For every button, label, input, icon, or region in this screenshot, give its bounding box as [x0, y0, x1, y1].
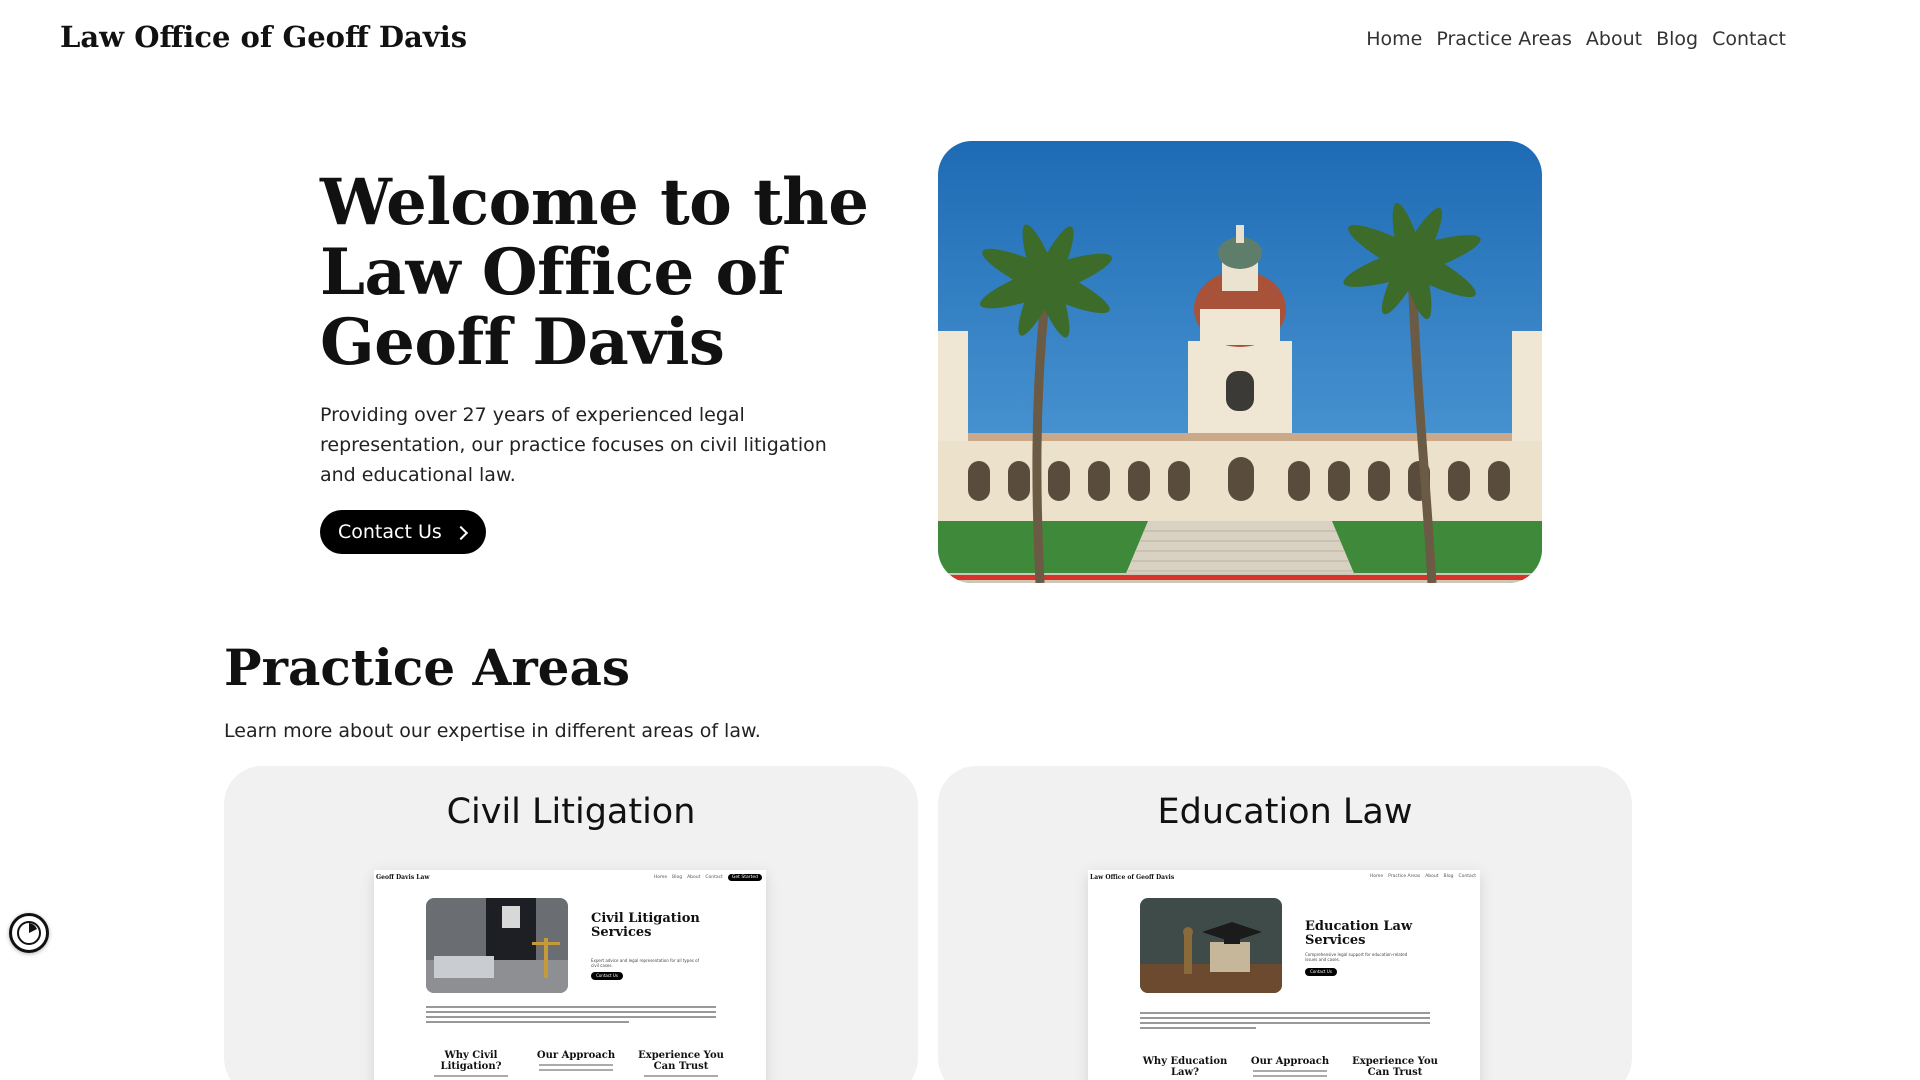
preview-button: Contact Us [1305, 968, 1337, 976]
city-hall-image [938, 141, 1542, 583]
preview-text: Comprehensive legal support for educatio… [1305, 952, 1408, 962]
civil-litigation-preview[interactable]: Geoff Davis Law Home Blog About Contact … [374, 870, 766, 1080]
contact-us-label: Contact Us [338, 521, 442, 543]
preview-paragraph [426, 1006, 716, 1026]
contact-us-button[interactable]: Contact Us [320, 510, 486, 554]
clock-icon [17, 921, 41, 945]
preview-brand: Law Office of Geoff Davis [1090, 874, 1175, 881]
practice-areas-title: Practice Areas [224, 638, 631, 697]
preview-text: Expert advice and legal representation f… [591, 958, 699, 968]
preview-column: Experience You Can Trust [1352, 1056, 1438, 1078]
chevron-right-icon [453, 525, 468, 540]
preview-columns: Why Education Law? Our Approach Experien… [1140, 1056, 1440, 1080]
nav-contact[interactable]: Contact [1712, 28, 1786, 50]
site-header: Law Office of Geoff Davis Home Practice … [0, 0, 1920, 80]
preview-image [426, 898, 568, 993]
preview-nav-item: Blog [1443, 874, 1454, 879]
main-nav: Home Practice Areas About Blog Contact [1366, 28, 1786, 50]
preview-paragraph [1140, 1012, 1430, 1032]
nav-home[interactable]: Home [1366, 28, 1422, 50]
nav-about[interactable]: About [1586, 28, 1642, 50]
floating-clock-widget[interactable] [9, 913, 49, 953]
preview-image [1140, 898, 1282, 993]
nav-practice-areas[interactable]: Practice Areas [1436, 28, 1572, 50]
lawyer-desk-photo [426, 898, 568, 993]
graduation-cap-photo [1140, 898, 1282, 993]
preview-nav-item: Home [1369, 874, 1384, 879]
practice-areas-subtitle: Learn more about our expertise in differ… [224, 720, 761, 742]
preview-nav-item: Home [653, 875, 668, 880]
preview-brand: Geoff Davis Law [376, 874, 430, 881]
preview-nav: Home Blog About Contact Get Started [654, 874, 762, 881]
preview-nav-item: Blog [672, 875, 683, 880]
preview-button: Contact Us [591, 972, 623, 980]
card-civil-litigation[interactable]: Civil Litigation Geoff Davis Law Home Bl… [224, 766, 918, 1080]
preview-nav-item: About [1425, 874, 1439, 879]
education-law-preview[interactable]: Law Office of Geoff Davis Home Practice … [1088, 870, 1480, 1080]
preview-heading: Education Law Services [1305, 919, 1413, 948]
preview-nav-item: Contact [1458, 874, 1476, 879]
preview-nav: Home Practice Areas About Blog Contact [1370, 874, 1476, 879]
preview-column: Our Approach [1245, 1056, 1335, 1080]
nav-blog[interactable]: Blog [1656, 28, 1698, 50]
preview-column: Experience You Can Trust [636, 1050, 726, 1080]
preview-nav-item: About [687, 875, 701, 880]
preview-nav-pill: Get Started [727, 874, 762, 881]
city-hall-photo [938, 141, 1542, 583]
hero-title: Welcome to the Law Office of Geoff Davis [320, 165, 869, 380]
card-education-law[interactable]: Education Law Law Office of Geoff Davis … [938, 766, 1632, 1080]
site-brand[interactable]: Law Office of Geoff Davis [60, 20, 467, 54]
preview-column: Our Approach [531, 1050, 621, 1080]
hero-subtitle: Providing over 27 years of experienced l… [320, 404, 827, 486]
preview-column: Why Civil Litigation? [426, 1050, 516, 1080]
preview-heading: Civil Litigation Services [591, 911, 700, 940]
preview-nav-item: Contact [705, 875, 723, 880]
card-title: Civil Litigation [446, 792, 696, 832]
preview-nav-item: Practice Areas [1388, 874, 1421, 879]
preview-column: Why Education Law? [1142, 1056, 1228, 1078]
preview-columns: Why Civil Litigation? Our Approach Exper… [426, 1050, 726, 1080]
card-title: Education Law [1157, 792, 1413, 832]
